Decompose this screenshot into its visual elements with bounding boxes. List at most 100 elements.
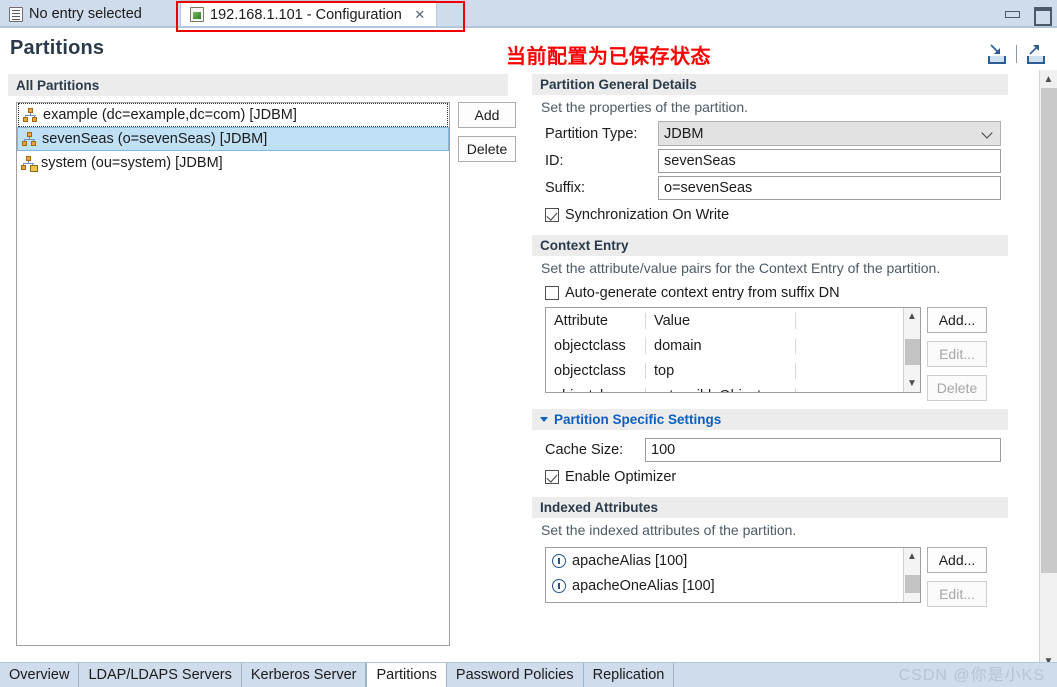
partition-id-input[interactable]: sevenSeas bbox=[658, 149, 1001, 173]
editor-tab-strip: No entry selected 192.168.1.101 - Config… bbox=[0, 0, 1057, 32]
editor-tab-label: No entry selected bbox=[29, 6, 142, 22]
tab-password-policies[interactable]: Password Policies bbox=[447, 663, 584, 687]
list-item[interactable]: sevenSeas (o=sevenSeas) [JDBM] bbox=[17, 127, 449, 151]
add-partition-button[interactable]: Add bbox=[458, 102, 516, 128]
partition-specific-settings-header[interactable]: Partition Specific Settings bbox=[532, 409, 1008, 430]
scroll-thumb[interactable] bbox=[904, 339, 920, 365]
list-item[interactable]: system (ou=system) [JDBM] bbox=[17, 151, 449, 175]
scroll-track[interactable] bbox=[1040, 88, 1057, 652]
partition-label: sevenSeas (o=sevenSeas) [JDBM] bbox=[42, 131, 268, 147]
autogen-context-entry-row[interactable]: Auto-generate context entry from suffix … bbox=[545, 285, 1032, 301]
cache-size-label: Cache Size: bbox=[545, 442, 624, 458]
cell-value: extensibleObject bbox=[646, 387, 796, 392]
partition-actions: Add Delete bbox=[458, 102, 518, 170]
context-entry-delete-button[interactable]: Delete bbox=[927, 375, 987, 401]
index-icon bbox=[552, 578, 566, 593]
indexed-attributes-description: Set the indexed attributes of the partit… bbox=[541, 522, 797, 538]
tab-overview[interactable]: Overview bbox=[0, 663, 80, 687]
partition-type-select[interactable]: JDBM bbox=[658, 121, 1001, 146]
sync-on-write-row[interactable]: Synchronization On Write bbox=[545, 207, 1032, 223]
scroll-up-icon[interactable]: ▲ bbox=[904, 308, 921, 325]
lock-badge-icon bbox=[30, 164, 38, 172]
scroll-track[interactable] bbox=[904, 565, 921, 602]
page-scrollbar[interactable]: ▲ ▼ bbox=[1039, 70, 1057, 670]
chevron-down-icon bbox=[540, 417, 548, 422]
context-entry-scrollbar[interactable]: ▲ ▼ bbox=[903, 308, 920, 392]
partition-suffix-row: Suffix: o=sevenSeas bbox=[545, 176, 1032, 200]
indexed-attributes-edit-button[interactable]: Edit... bbox=[927, 581, 987, 607]
header-toolbar bbox=[986, 44, 1047, 64]
tab-ldap-ldaps-servers[interactable]: LDAP/LDAPS Servers bbox=[79, 663, 242, 687]
scroll-thumb[interactable] bbox=[1040, 88, 1057, 573]
partitions-list[interactable]: example (dc=example,dc=com) [JDBM] seven… bbox=[16, 102, 450, 646]
column-header-value: Value bbox=[646, 312, 796, 329]
cell-value: top bbox=[646, 362, 796, 379]
tab-kerberos-server[interactable]: Kerberos Server bbox=[242, 663, 367, 687]
document-icon bbox=[9, 6, 23, 22]
list-item[interactable]: apacheAlias [100] bbox=[546, 548, 920, 573]
scroll-thumb[interactable] bbox=[904, 575, 920, 593]
indexed-attributes-scrollbar[interactable]: ▲ bbox=[903, 548, 920, 602]
enable-optimizer-row[interactable]: Enable Optimizer bbox=[545, 469, 1032, 485]
autogen-context-entry-checkbox[interactable] bbox=[545, 286, 559, 300]
table-row[interactable]: objectclass domain bbox=[546, 333, 920, 358]
delete-partition-button[interactable]: Delete bbox=[458, 136, 516, 162]
table-row[interactable]: objectclass extensibleObject bbox=[546, 383, 920, 392]
configuration-editor-window: No entry selected 192.168.1.101 - Config… bbox=[0, 0, 1057, 687]
partition-suffix-input[interactable]: o=sevenSeas bbox=[658, 176, 1001, 200]
table-header-row: Attribute Value bbox=[546, 308, 920, 333]
export-icon[interactable] bbox=[1025, 44, 1047, 64]
context-entry-add-button[interactable]: Add... bbox=[927, 307, 987, 333]
configuration-icon bbox=[190, 7, 204, 22]
partition-specific-settings-label: Partition Specific Settings bbox=[554, 412, 722, 427]
partition-type-value: JDBM bbox=[664, 125, 704, 142]
partition-general-details-header: Partition General Details bbox=[532, 74, 1008, 95]
editor-tab-configuration[interactable]: 192.168.1.101 - Configuration ✕ bbox=[180, 0, 437, 28]
column-header-attribute: Attribute bbox=[546, 312, 646, 329]
export-tray-glyph bbox=[1027, 56, 1045, 64]
partition-icon bbox=[22, 131, 37, 147]
maximize-icon[interactable] bbox=[1034, 6, 1052, 26]
cell-attribute: objectclass bbox=[546, 337, 646, 354]
all-partitions-header: All Partitions bbox=[8, 74, 508, 96]
partition-label: system (ou=system) [JDBM] bbox=[41, 155, 223, 171]
partition-label: example (dc=example,dc=com) [JDBM] bbox=[43, 107, 297, 123]
close-icon[interactable]: ✕ bbox=[413, 7, 427, 22]
scroll-up-icon[interactable]: ▲ bbox=[904, 548, 921, 565]
tab-strip-underline bbox=[0, 26, 1057, 28]
scroll-track[interactable] bbox=[904, 325, 921, 375]
tab-partitions[interactable]: Partitions bbox=[366, 663, 447, 687]
autogen-context-entry-label: Auto-generate context entry from suffix … bbox=[565, 285, 840, 301]
list-item[interactable]: apacheOneAlias [100] bbox=[546, 573, 920, 598]
indexed-attributes-list[interactable]: apacheAlias [100] apacheOneAlias [100] ▲ bbox=[545, 547, 921, 603]
import-tray-glyph bbox=[988, 56, 1006, 64]
indexed-attributes-actions: Add... Edit... bbox=[927, 547, 987, 607]
scroll-down-icon[interactable]: ▼ bbox=[904, 375, 921, 392]
editor-tab-label: 192.168.1.101 - Configuration bbox=[210, 6, 402, 23]
all-partitions-panel: All Partitions example (dc=example,dc=co… bbox=[8, 74, 516, 654]
minimize-icon[interactable] bbox=[1005, 7, 1020, 20]
editor-tab-no-entry-selected[interactable]: No entry selected bbox=[0, 0, 151, 28]
table-row[interactable]: objectclass top bbox=[546, 358, 920, 383]
cache-size-input[interactable]: 100 bbox=[645, 438, 1001, 462]
partition-general-details-description: Set the properties of the partition. bbox=[541, 99, 749, 115]
context-entry-table[interactable]: Attribute Value objectclass domain objec… bbox=[545, 307, 921, 393]
cache-size-row: Cache Size: 100 bbox=[545, 438, 1032, 462]
tab-replication[interactable]: Replication bbox=[584, 663, 675, 687]
indexed-attributes-add-button[interactable]: Add... bbox=[927, 547, 987, 573]
sync-on-write-checkbox[interactable] bbox=[545, 208, 559, 222]
context-entry-header: Context Entry bbox=[532, 235, 1008, 256]
cache-size-value: 100 bbox=[651, 442, 676, 458]
context-entry-edit-button[interactable]: Edit... bbox=[927, 341, 987, 367]
cell-value: domain bbox=[646, 337, 796, 354]
list-item[interactable]: example (dc=example,dc=com) [JDBM] bbox=[18, 103, 448, 127]
context-entry-table-wrap: Attribute Value objectclass domain objec… bbox=[545, 307, 1032, 401]
indexed-attributes-header: Indexed Attributes bbox=[532, 497, 1008, 518]
partition-suffix-label: Suffix: bbox=[545, 180, 586, 196]
partition-id-label: ID: bbox=[545, 153, 564, 169]
partition-suffix-value: o=sevenSeas bbox=[664, 180, 753, 196]
indexed-attribute-label: apacheOneAlias [100] bbox=[572, 577, 715, 594]
enable-optimizer-checkbox[interactable] bbox=[545, 470, 559, 484]
import-icon[interactable] bbox=[986, 44, 1008, 64]
scroll-up-icon[interactable]: ▲ bbox=[1040, 70, 1057, 88]
